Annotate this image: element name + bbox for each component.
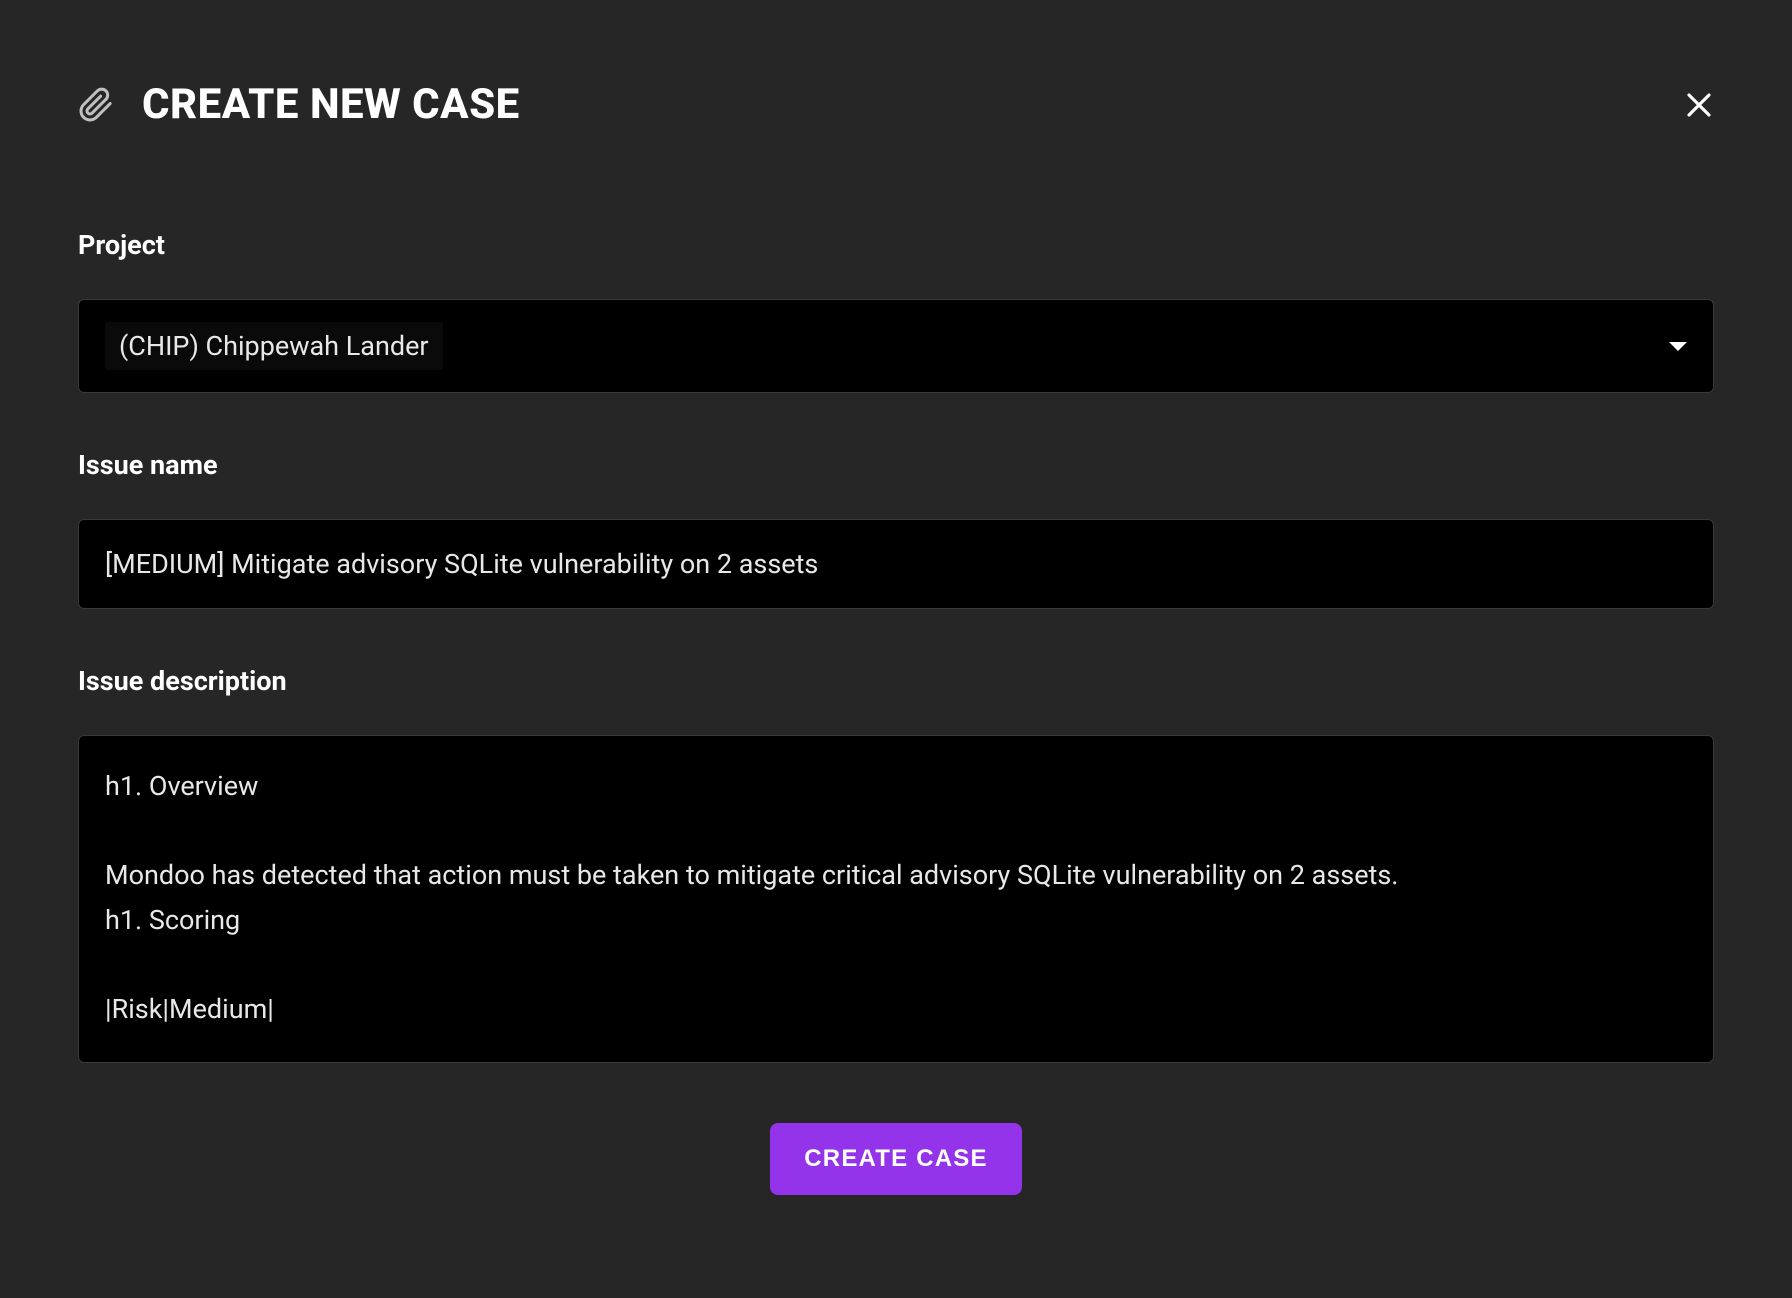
- create-case-modal: CREATE NEW CASE Project (CHIP) Chippewah…: [0, 0, 1792, 1298]
- project-label: Project: [78, 229, 1714, 261]
- modal-title: CREATE NEW CASE: [142, 80, 520, 129]
- project-select[interactable]: (CHIP) Chippewah Lander: [78, 299, 1714, 393]
- project-selected-value: (CHIP) Chippewah Lander: [105, 322, 443, 370]
- create-case-button[interactable]: CREATE CASE: [770, 1123, 1021, 1195]
- issue-description-field-group: Issue description h1. Overview Mondoo ha…: [78, 665, 1714, 1067]
- chevron-down-icon: [1669, 342, 1687, 351]
- close-icon[interactable]: [1684, 90, 1714, 120]
- issue-description-label: Issue description: [78, 665, 1714, 697]
- issue-name-field-group: Issue name: [78, 449, 1714, 609]
- attachment-icon: [78, 87, 114, 123]
- issue-name-label: Issue name: [78, 449, 1714, 481]
- issue-name-input[interactable]: [78, 519, 1714, 609]
- submit-wrapper: CREATE CASE: [78, 1123, 1714, 1195]
- modal-header: CREATE NEW CASE: [78, 80, 1714, 129]
- project-field-group: Project (CHIP) Chippewah Lander: [78, 229, 1714, 393]
- issue-description-textarea[interactable]: h1. Overview Mondoo has detected that ac…: [78, 735, 1714, 1063]
- header-left: CREATE NEW CASE: [78, 80, 520, 129]
